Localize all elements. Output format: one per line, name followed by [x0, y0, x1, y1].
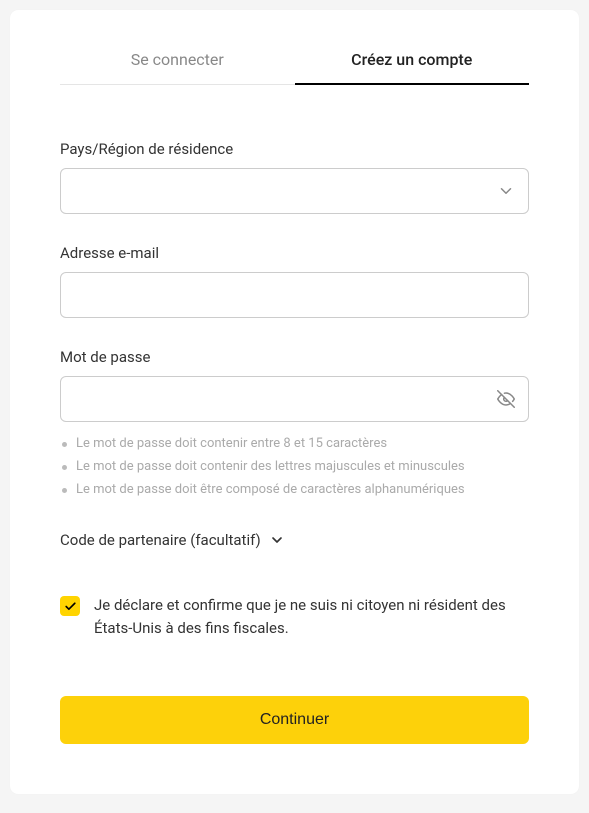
auth-tabs: Se connecter Créez un compte	[60, 50, 529, 85]
password-field[interactable]	[60, 376, 529, 422]
password-rules: Le mot de passe doit contenir entre 8 et…	[60, 432, 529, 501]
signup-card: Se connecter Créez un compte Pays/Région…	[10, 10, 579, 794]
tab-login[interactable]: Se connecter	[60, 50, 295, 85]
tab-signup[interactable]: Créez un compte	[295, 50, 530, 85]
password-group: Mot de passe Le mot de passe doit conten…	[60, 348, 529, 501]
chevron-down-icon[interactable]	[497, 182, 515, 200]
partner-code-toggle[interactable]: Code de partenaire (facultatif)	[60, 531, 529, 549]
email-label: Adresse e-mail	[60, 244, 529, 262]
email-field[interactable]	[60, 272, 529, 318]
password-rule: Le mot de passe doit contenir des lettre…	[60, 455, 529, 478]
partner-code-label: Code de partenaire (facultatif)	[60, 531, 261, 549]
password-rule: Le mot de passe doit contenir entre 8 et…	[60, 432, 529, 455]
password-label: Mot de passe	[60, 348, 529, 366]
eye-off-icon[interactable]	[497, 390, 515, 408]
declaration-checkbox[interactable]	[60, 596, 80, 616]
country-select[interactable]	[60, 168, 529, 214]
chevron-down-icon	[269, 532, 285, 548]
password-rule: Le mot de passe doit être composé de car…	[60, 478, 529, 501]
email-group: Adresse e-mail	[60, 244, 529, 318]
country-label: Pays/Région de résidence	[60, 140, 529, 158]
country-group: Pays/Région de résidence	[60, 140, 529, 214]
continue-button[interactable]: Continuer	[60, 696, 529, 744]
declaration-text: Je déclare et confirme que je ne suis ni…	[94, 594, 529, 641]
declaration-row: Je déclare et confirme que je ne suis ni…	[60, 594, 529, 641]
